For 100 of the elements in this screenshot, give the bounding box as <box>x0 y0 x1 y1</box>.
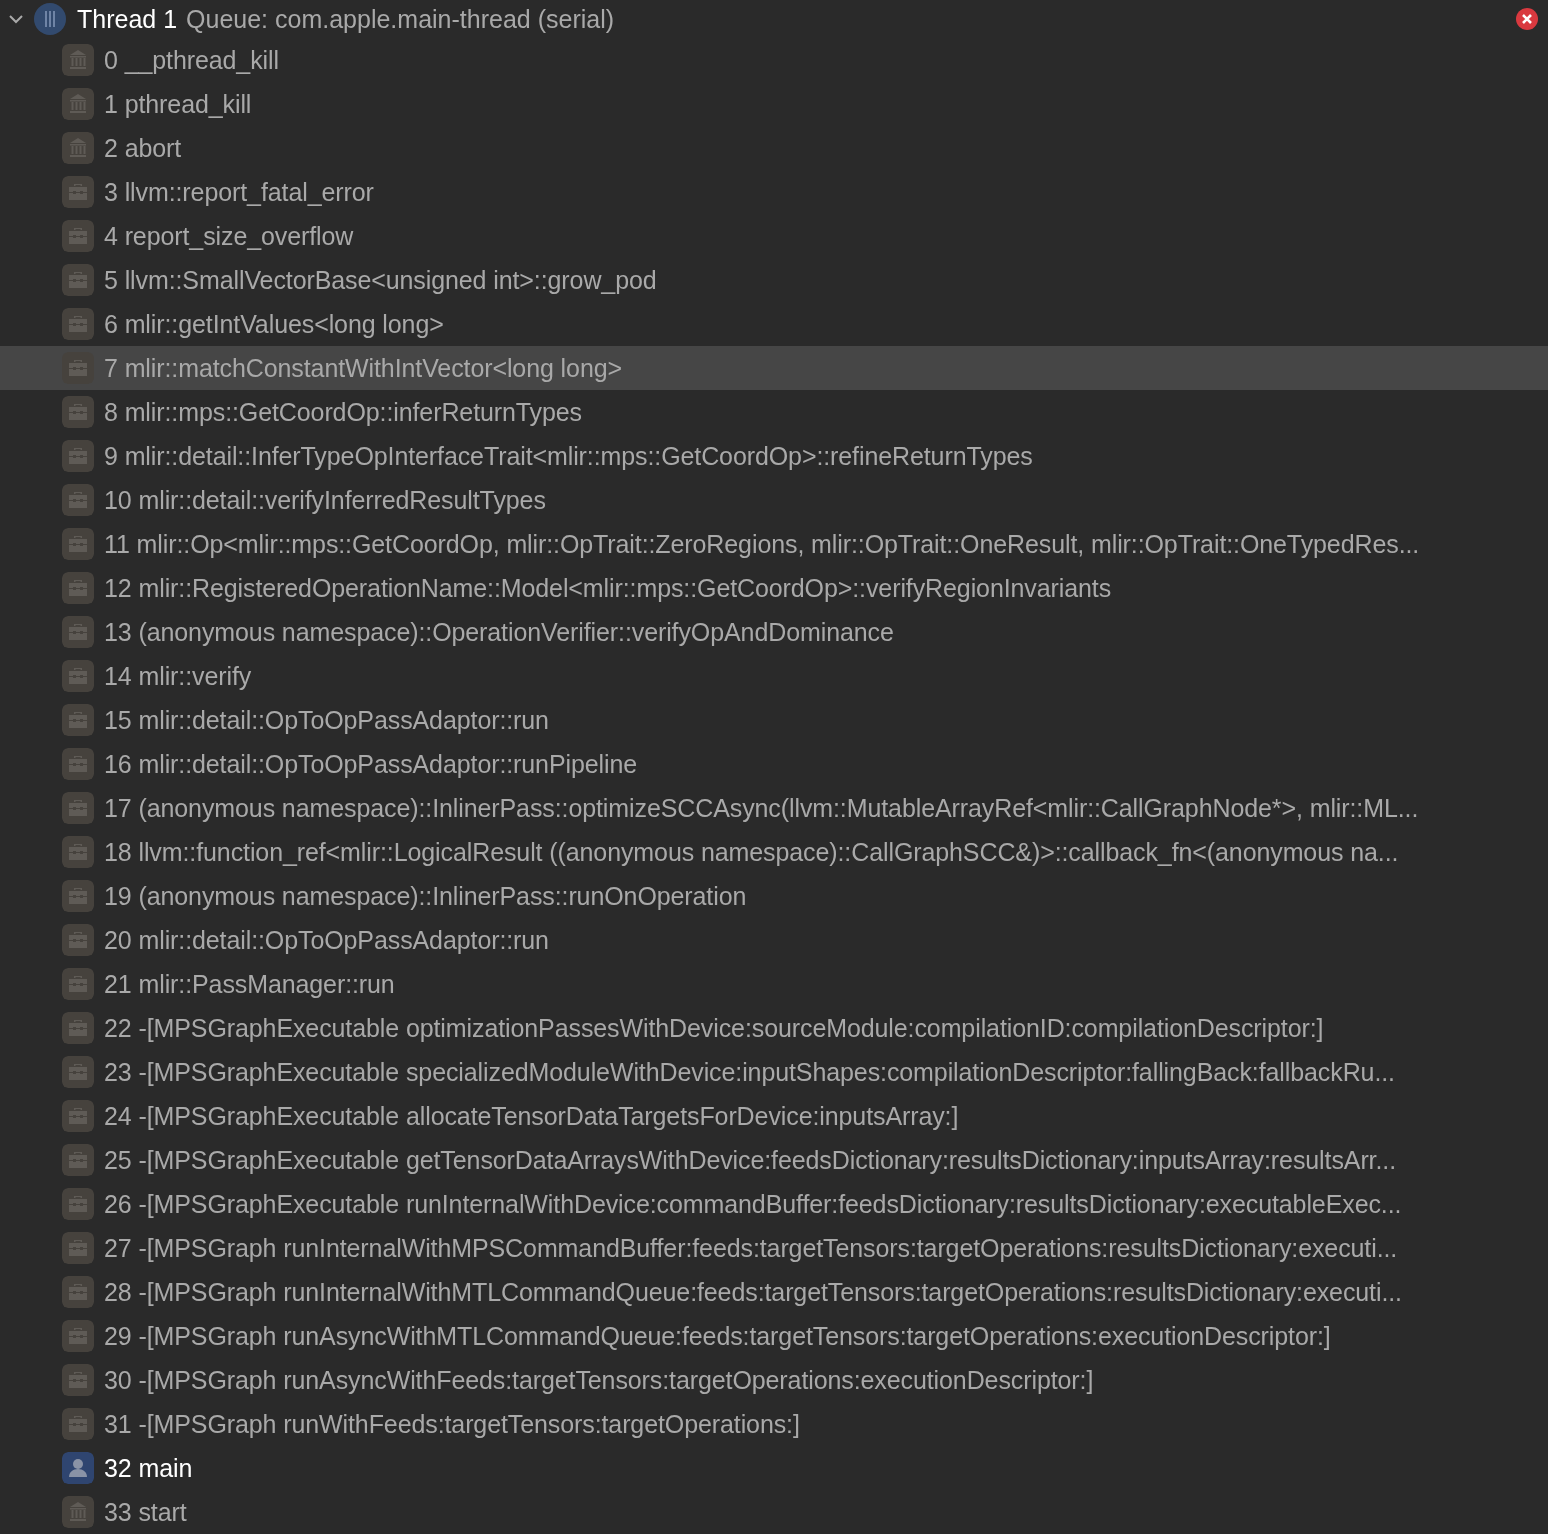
frame-label: 2 abort <box>104 133 182 163</box>
frame-label: 22 -[MPSGraphExecutable optimizationPassesWithDevice:sourceModule:compilationID:compilationDescriptor:] <box>104 1013 1324 1043</box>
stack-frame-row[interactable]: 21 mlir::PassManager::run <box>0 962 1548 1006</box>
building-icon <box>62 88 94 120</box>
toolbox-icon <box>62 748 94 780</box>
queue-label: Queue: com.apple.main-thread (serial) <box>186 4 616 34</box>
stack-frame-row[interactable]: 27 -[MPSGraph runInternalWithMPSCommandBuffer:feeds:targetTensors:targetOperations:resultsDictionary:executi... <box>0 1226 1548 1270</box>
stack-frame-row[interactable]: 17 (anonymous namespace)::InlinerPass::optimizeSCCAsync(llvm::MutableArrayRef<mlir::CallGraphNode*>, mlir::ML... <box>0 786 1548 830</box>
frame-label: 17 (anonymous namespace)::InlinerPass::optimizeSCCAsync(llvm::MutableArrayRef<mlir::CallGraphNode*>, mlir::ML... <box>104 793 1419 823</box>
toolbox-icon <box>62 836 94 868</box>
thread-title: Thread 1 <box>77 4 178 34</box>
toolbox-icon <box>62 352 94 384</box>
stack-frame-row[interactable]: 26 -[MPSGraphExecutable runInternalWithDevice:commandBuffer:feedsDictionary:resultsDictionary:executableExec... <box>0 1182 1548 1226</box>
frame-label: 15 mlir::detail::OpToOpPassAdaptor::run <box>104 705 549 735</box>
stack-frame-row[interactable]: 20 mlir::detail::OpToOpPassAdaptor::run <box>0 918 1548 962</box>
stack-frame-row[interactable]: 16 mlir::detail::OpToOpPassAdaptor::runPipeline <box>0 742 1548 786</box>
frame-label: 16 mlir::detail::OpToOpPassAdaptor::runPipeline <box>104 749 638 779</box>
frame-label: 29 -[MPSGraph runAsyncWithMTLCommandQueue:feeds:targetTensors:targetOperations:executionDescriptor:] <box>104 1321 1331 1351</box>
frame-label: 12 mlir::RegisteredOperationName::Model<mlir::mps::GetCoordOp>::verifyRegionInvariants <box>104 573 1112 603</box>
frame-label: 27 -[MPSGraph runInternalWithMPSCommandBuffer:feeds:targetTensors:targetOperations:resultsDictionary:executi... <box>104 1233 1398 1263</box>
frame-label: 20 mlir::detail::OpToOpPassAdaptor::run <box>104 925 549 955</box>
toolbox-icon <box>62 264 94 296</box>
stack-frame-row[interactable]: 2 abort <box>0 126 1548 170</box>
stack-frame-row[interactable]: 14 mlir::verify <box>0 654 1548 698</box>
toolbox-icon <box>62 308 94 340</box>
frame-label: 32 main <box>104 1453 193 1483</box>
toolbox-icon <box>62 968 94 1000</box>
person-icon <box>62 1452 94 1484</box>
stack-frame-row[interactable]: 28 -[MPSGraph runInternalWithMTLCommandQueue:feeds:targetTensors:targetOperations:resultsDictionary:executi... <box>0 1270 1548 1314</box>
stack-frame-row[interactable]: 8 mlir::mps::GetCoordOp::inferReturnTypes <box>0 390 1548 434</box>
stack-frame-row[interactable]: 32 main <box>0 1446 1548 1490</box>
toolbox-icon <box>62 1056 94 1088</box>
stack-frame-row[interactable]: 22 -[MPSGraphExecutable optimizationPassesWithDevice:sourceModule:compilationID:compilationDescriptor:] <box>0 1006 1548 1050</box>
toolbox-icon <box>62 1012 94 1044</box>
toolbox-icon <box>62 572 94 604</box>
stack-frame-row[interactable]: 30 -[MPSGraph runAsyncWithFeeds:targetTensors:targetOperations:executionDescriptor:] <box>0 1358 1548 1402</box>
toolbox-icon <box>62 792 94 824</box>
stack-frame-row[interactable]: 9 mlir::detail::InferTypeOpInterfaceTrait<mlir::mps::GetCoordOp>::refineReturnTypes <box>0 434 1548 478</box>
stack-frame-row[interactable]: 23 -[MPSGraphExecutable specializedModuleWithDevice:inputShapes:compilationDescriptor:fallingBack:fallbackRu... <box>0 1050 1548 1094</box>
frame-label: 9 mlir::detail::InferTypeOpInterfaceTrait<mlir::mps::GetCoordOp>::refineReturnTypes <box>104 441 1033 471</box>
toolbox-icon <box>62 616 94 648</box>
error-icon <box>1516 8 1538 30</box>
building-icon <box>62 132 94 164</box>
stack-frame-row[interactable]: 13 (anonymous namespace)::OperationVerifier::verifyOpAndDominance <box>0 610 1548 654</box>
stack-frame-row[interactable]: 11 mlir::Op<mlir::mps::GetCoordOp, mlir::OpTrait::ZeroRegions, mlir::OpTrait::OneResult, mlir::OpTrait::OneTypedRes... <box>0 522 1548 566</box>
toolbox-icon <box>62 176 94 208</box>
toolbox-icon <box>62 1232 94 1264</box>
frame-label: 30 -[MPSGraph runAsyncWithFeeds:targetTensors:targetOperations:executionDescriptor:] <box>104 1365 1094 1395</box>
stack-frame-row[interactable]: 29 -[MPSGraph runAsyncWithMTLCommandQueue:feeds:targetTensors:targetOperations:executionDescriptor:] <box>0 1314 1548 1358</box>
toolbox-icon <box>62 1276 94 1308</box>
stack-frame-row[interactable]: 10 mlir::detail::verifyInferredResultTypes <box>0 478 1548 522</box>
frame-label: 19 (anonymous namespace)::InlinerPass::runOnOperation <box>104 881 747 911</box>
frame-label: 26 -[MPSGraphExecutable runInternalWithDevice:commandBuffer:feedsDictionary:resultsDictionary:executableExec... <box>104 1189 1402 1219</box>
toolbox-icon <box>62 704 94 736</box>
toolbox-icon <box>62 1408 94 1440</box>
toolbox-icon <box>62 220 94 252</box>
frame-label: 21 mlir::PassManager::run <box>104 969 395 999</box>
stack-frame-row[interactable]: 7 mlir::matchConstantWithIntVector<long long> <box>0 346 1548 390</box>
stack-frame-row[interactable]: 6 mlir::getIntValues<long long> <box>0 302 1548 346</box>
building-icon <box>62 44 94 76</box>
toolbox-icon <box>62 528 94 560</box>
frame-label: 7 mlir::matchConstantWithIntVector<long long> <box>104 353 622 383</box>
stack-frame-row[interactable]: 19 (anonymous namespace)::InlinerPass::runOnOperation <box>0 874 1548 918</box>
stack-frame-row[interactable]: 4 report_size_overflow <box>0 214 1548 258</box>
stack-frame-row[interactable]: 25 -[MPSGraphExecutable getTensorDataArraysWithDevice:feedsDictionary:resultsDictionary:inputsArray:resultsArr... <box>0 1138 1548 1182</box>
stack-frame-row[interactable]: 33 start <box>0 1490 1548 1534</box>
frame-label: 14 mlir::verify <box>104 661 252 691</box>
frame-label: 11 mlir::Op<mlir::mps::GetCoordOp, mlir::OpTrait::ZeroRegions, mlir::OpTrait::OneResult, mlir::OpTrait::OneTypedRes... <box>104 529 1420 559</box>
stack-frame-row[interactable]: 3 llvm::report_fatal_error <box>0 170 1548 214</box>
toolbox-icon <box>62 484 94 516</box>
stack-frame-row[interactable]: 18 llvm::function_ref<mlir::LogicalResult ((anonymous namespace)::CallGraphSCC&)>::callback_fn<(anonymous na... <box>0 830 1548 874</box>
frame-label: 4 report_size_overflow <box>104 221 354 251</box>
toolbox-icon <box>62 1320 94 1352</box>
frame-label: 3 llvm::report_fatal_error <box>104 177 374 207</box>
toolbox-icon <box>62 1188 94 1220</box>
toolbox-icon <box>62 880 94 912</box>
frame-label: 6 mlir::getIntValues<long long> <box>104 309 444 339</box>
toolbox-icon <box>62 1100 94 1132</box>
stack-frame-row[interactable]: 24 -[MPSGraphExecutable allocateTensorDataTargetsForDevice:inputsArray:] <box>0 1094 1548 1138</box>
toolbox-icon <box>62 924 94 956</box>
stack-frame-row[interactable]: 15 mlir::detail::OpToOpPassAdaptor::run <box>0 698 1548 742</box>
frame-label: 23 -[MPSGraphExecutable specializedModuleWithDevice:inputShapes:compilationDescriptor:fallingBack:fallbackRu... <box>104 1057 1395 1087</box>
frame-label: 18 llvm::function_ref<mlir::LogicalResult ((anonymous namespace)::CallGraphSCC&)>::callback_fn<(anonymous na... <box>104 837 1399 867</box>
stack-frame-row[interactable]: 1 pthread_kill <box>0 82 1548 126</box>
stack-frame-row[interactable]: 0 __pthread_kill <box>0 38 1548 82</box>
frame-label: 5 llvm::SmallVectorBase<unsigned int>::grow_pod <box>104 265 657 295</box>
frame-label: 10 mlir::detail::verifyInferredResultTypes <box>104 485 546 515</box>
building-icon <box>62 1496 94 1528</box>
stack-frame-row[interactable]: 31 -[MPSGraph runWithFeeds:targetTensors:targetOperations:] <box>0 1402 1548 1446</box>
thread-icon <box>34 3 66 35</box>
frame-label: 0 __pthread_kill <box>104 45 279 75</box>
frame-label: 33 start <box>104 1497 187 1527</box>
stack-frame-row[interactable]: 5 llvm::SmallVectorBase<unsigned int>::grow_pod <box>0 258 1548 302</box>
frame-label: 8 mlir::mps::GetCoordOp::inferReturnTypes <box>104 397 583 427</box>
frame-label: 31 -[MPSGraph runWithFeeds:targetTensors:targetOperations:] <box>104 1409 800 1439</box>
frame-label: 1 pthread_kill <box>104 89 252 119</box>
frame-label: 28 -[MPSGraph runInternalWithMTLCommandQueue:feeds:targetTensors:targetOperations:resultsDictionary:executi... <box>104 1277 1402 1307</box>
toolbox-icon <box>62 1364 94 1396</box>
stack-frame-row[interactable]: 12 mlir::RegisteredOperationName::Model<mlir::mps::GetCoordOp>::verifyRegionInvariants <box>0 566 1548 610</box>
toolbox-icon <box>62 660 94 692</box>
